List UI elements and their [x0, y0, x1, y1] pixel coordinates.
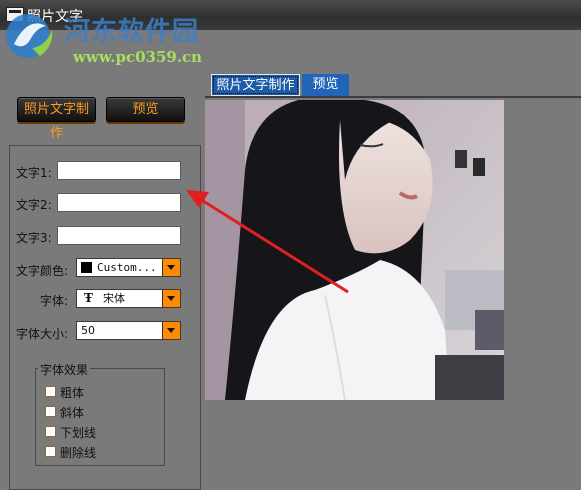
- text3-input[interactable]: [57, 226, 181, 245]
- chevron-down-icon[interactable]: [162, 322, 180, 339]
- text1-label: 文字1:: [16, 166, 52, 180]
- watermark-url: www.pc0359.cn: [73, 48, 203, 66]
- bold-checkbox[interactable]: [45, 386, 56, 397]
- truetype-icon: Ŧ: [84, 291, 93, 305]
- watermark-logo-icon: [6, 14, 53, 58]
- text-color-value: Custom...: [97, 261, 157, 274]
- tab-preview[interactable]: 预览: [302, 74, 349, 96]
- text2-input[interactable]: [57, 193, 181, 212]
- font-size-label: 字体大小:: [16, 327, 69, 341]
- photo-image: [205, 100, 504, 400]
- font-size-value: 50: [81, 324, 95, 337]
- text3-label: 文字3:: [16, 231, 52, 245]
- watermark-site-name: 河东软件园: [64, 17, 200, 47]
- chevron-down-icon[interactable]: [162, 259, 180, 276]
- text-color-label: 文字颜色:: [16, 264, 69, 278]
- photo-preview: [205, 100, 504, 400]
- chevron-down-icon[interactable]: [162, 290, 180, 307]
- bold-label: 粗体: [60, 386, 85, 400]
- text2-label: 文字2:: [16, 198, 52, 212]
- text-color-select[interactable]: Custom...: [76, 258, 181, 277]
- font-size-select[interactable]: 50: [76, 321, 181, 340]
- underline-checkbox[interactable]: [45, 426, 56, 437]
- underline-label: 下划线: [60, 426, 97, 440]
- italic-label: 斜体: [60, 406, 85, 420]
- italic-checkbox[interactable]: [45, 406, 56, 417]
- font-label: 字体:: [40, 294, 69, 308]
- strikethrough-label: 删除线: [60, 446, 97, 460]
- color-swatch: [81, 262, 92, 273]
- strikethrough-checkbox[interactable]: [45, 446, 56, 457]
- font-effects-title: 字体效果: [38, 361, 91, 378]
- font-select[interactable]: Ŧ 宋体: [76, 289, 181, 308]
- tab-make-photo-text[interactable]: 照片文字制作: [211, 74, 300, 96]
- make-photo-text-button[interactable]: 照片文字制作: [17, 97, 96, 141]
- tab-divider: [205, 96, 581, 98]
- preview-button[interactable]: 预览: [106, 97, 185, 122]
- text1-input[interactable]: [57, 161, 181, 180]
- font-value: 宋体: [103, 292, 125, 305]
